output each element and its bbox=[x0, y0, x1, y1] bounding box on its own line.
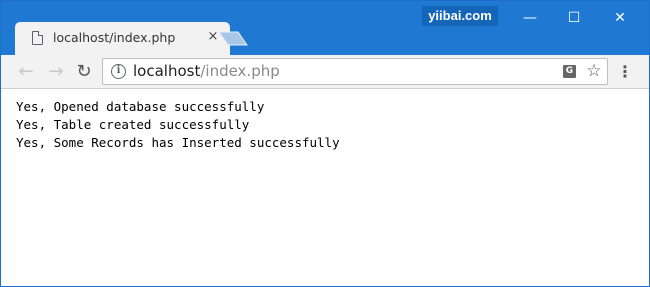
minimize-button[interactable]: — bbox=[515, 7, 545, 29]
browser-window: yiibai.com — ☐ ✕ localhost/index.php × ←… bbox=[0, 0, 650, 287]
output-line: Yes, Opened database successfully bbox=[16, 99, 265, 114]
page-icon bbox=[32, 31, 43, 45]
url-text[interactable]: localhost/index.php bbox=[133, 62, 280, 80]
watermark-logo: yiibai.com bbox=[422, 6, 498, 26]
address-bar[interactable]: i localhost/index.php G ☆ bbox=[102, 58, 608, 85]
output-line: Yes, Some Records has Inserted successfu… bbox=[16, 135, 340, 150]
browser-menu-icon[interactable]: ⋮ bbox=[617, 61, 633, 83]
translate-icon[interactable]: G bbox=[563, 65, 576, 78]
page-content: Yes, Opened database successfully Yes, T… bbox=[1, 89, 649, 286]
close-window-button[interactable]: ✕ bbox=[605, 7, 635, 29]
forward-arrow-icon[interactable]: → bbox=[44, 60, 68, 84]
url-host: localhost bbox=[133, 62, 201, 80]
new-tab-button[interactable] bbox=[218, 31, 248, 46]
back-arrow-icon[interactable]: ← bbox=[14, 60, 38, 84]
tab-title: localhost/index.php bbox=[53, 30, 176, 45]
output-line: Yes, Table created successfully bbox=[16, 117, 250, 132]
title-bar: yiibai.com — ☐ ✕ localhost/index.php × bbox=[1, 1, 649, 55]
toolbar: ← → ↻ i localhost/index.php G ☆ ⋮ bbox=[1, 55, 649, 89]
active-tab[interactable]: localhost/index.php × bbox=[15, 22, 230, 55]
reload-icon[interactable]: ↻ bbox=[72, 60, 96, 84]
bookmark-star-icon[interactable]: ☆ bbox=[585, 61, 603, 81]
php-output: Yes, Opened database successfully Yes, T… bbox=[16, 98, 340, 152]
url-path: /index.php bbox=[200, 62, 280, 80]
maximize-button[interactable]: ☐ bbox=[559, 7, 589, 29]
info-icon[interactable]: i bbox=[111, 64, 126, 79]
